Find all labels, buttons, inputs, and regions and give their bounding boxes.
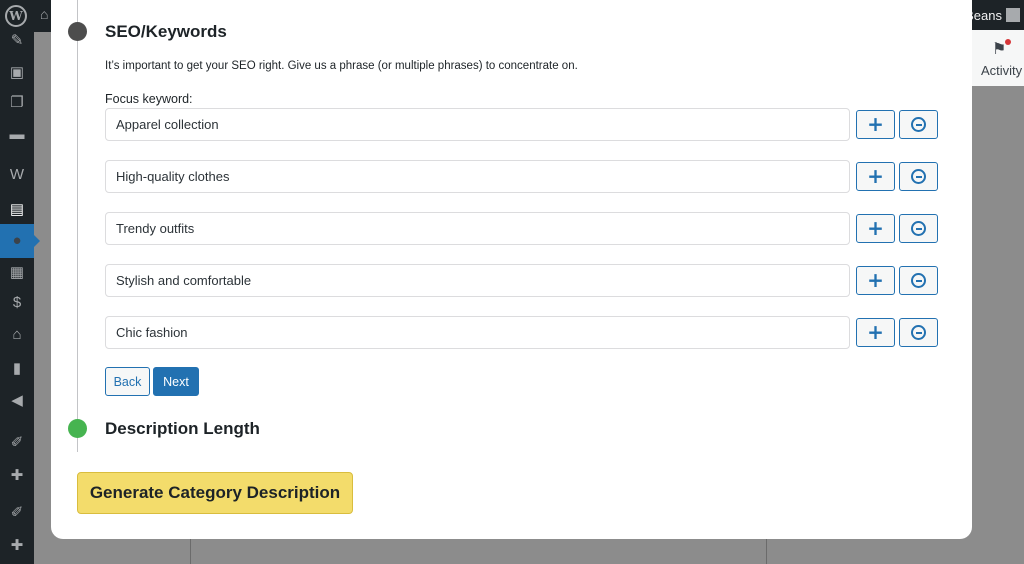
remove-keyword-button[interactable] [899,266,938,295]
remove-keyword-button[interactable] [899,110,938,139]
notification-dot [1005,39,1011,45]
products-icon[interactable]: ▤ [8,201,26,219]
back-button[interactable]: Back [105,367,150,396]
description-length-step-title[interactable]: Description Length [105,419,260,439]
minus-circle-icon [911,117,926,132]
plugins-icon[interactable]: ✚ [8,467,26,485]
analytics-icon[interactable]: ▮ [8,360,26,378]
next-button[interactable]: Next [153,367,199,396]
minus-circle-icon [911,221,926,236]
generate-category-description-button[interactable]: Generate Category Description [77,472,353,514]
focus-keyword-label: Focus keyword: [105,92,193,106]
layout-icon[interactable]: ▦ [8,264,26,282]
payments-icon[interactable]: $ [8,294,26,312]
background-panel [190,536,767,564]
settings-icon[interactable]: ✚ [8,537,26,555]
add-keyword-button[interactable]: + [856,318,895,347]
keyword-input-4[interactable] [105,264,850,297]
remove-keyword-button[interactable] [899,162,938,191]
keyword-input-1[interactable] [105,108,850,141]
comments-icon[interactable]: ▬ [8,126,26,144]
step-indicator-seo [68,22,87,41]
pin-icon[interactable]: ✎ [8,32,26,50]
minus-circle-icon [911,169,926,184]
add-keyword-button[interactable]: + [856,214,895,243]
seo-intro-text: It’s important to get your SEO right. Gi… [105,60,578,72]
keyword-input-2[interactable] [105,160,850,193]
step-indicator-description-length [68,419,87,438]
keyword-input-3[interactable] [105,212,850,245]
minus-circle-icon [911,325,926,340]
seo-step-title: SEO/Keywords [105,22,227,41]
remove-keyword-button[interactable] [899,318,938,347]
marketing-icon[interactable]: ◀ [8,392,26,410]
store-icon[interactable]: ⌂ [8,326,26,344]
woocommerce-icon[interactable]: W [8,166,26,184]
appearance-icon[interactable]: ✐ [8,434,26,452]
admin-menu: ✎ ▣ ❐ ▬ W ▤ ● ▦ $ ⌂ ▮ ◀ ✐ ✚ ✐ ✚ [0,32,40,564]
avatar[interactable] [1006,8,1020,22]
wordpress-logo-icon[interactable]: W [5,5,27,27]
activity-label: Activity [981,63,1023,78]
step-timeline-line [77,0,78,452]
minus-circle-icon [911,273,926,288]
add-keyword-button[interactable]: + [856,110,895,139]
remove-keyword-button[interactable] [899,214,938,243]
activity-button[interactable]: ⚑ Activity [972,30,1024,86]
tools-icon[interactable]: ✐ [8,504,26,522]
pages-icon[interactable]: ❐ [8,94,26,112]
keyword-input-5[interactable] [105,316,850,349]
add-keyword-button[interactable]: + [856,162,895,191]
add-keyword-button[interactable]: + [856,266,895,295]
circle-icon[interactable]: ● [8,232,26,250]
media-icon[interactable]: ▣ [8,64,26,82]
